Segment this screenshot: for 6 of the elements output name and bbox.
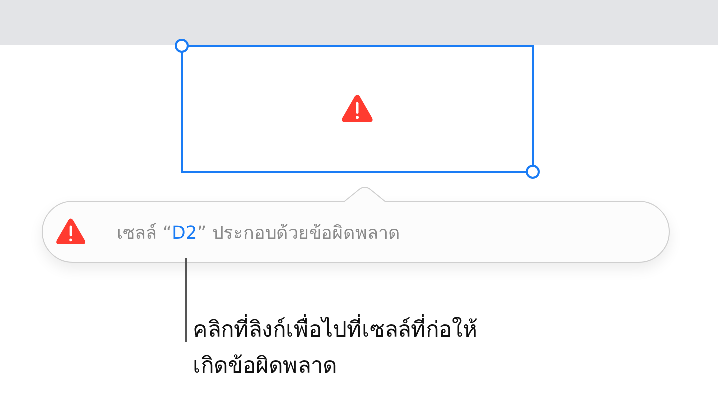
warning-icon	[55, 218, 87, 246]
callout-text: คลิกที่ลิงก์เพื่อไปที่เซลล์ที่ก่อให้ เกิดข้อผิดพลาด	[193, 313, 718, 385]
resize-handle[interactable]	[526, 165, 540, 179]
cell-link[interactable]: D2	[172, 222, 198, 244]
table-cell[interactable]	[181, 45, 534, 173]
error-message: เซลล์ “D2” ประกอบด้วยข้อผิดพลาด	[117, 222, 400, 246]
